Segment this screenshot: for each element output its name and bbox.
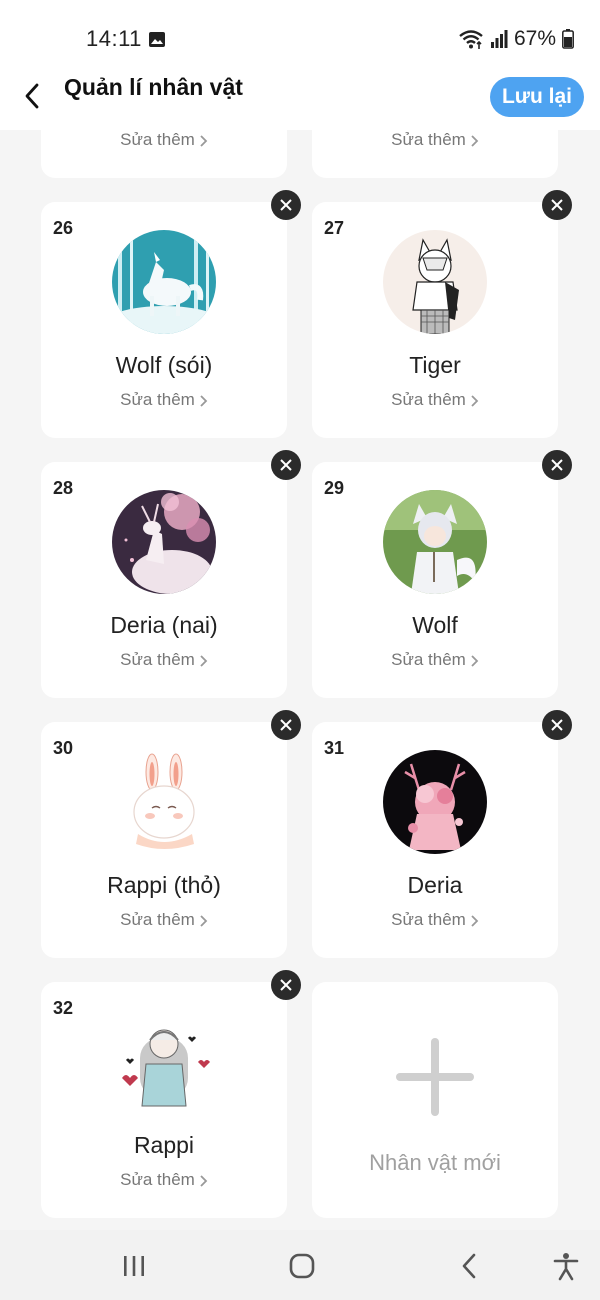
chevron-right-icon [200,654,208,667]
character-card[interactable]: 26 Wolf (sói) Sửa thêm [41,202,287,438]
new-character-label: Nhân vật mới [369,1150,501,1175]
avatar [112,1010,216,1114]
edit-more-link[interactable]: Sửa thêm [41,910,287,930]
avatar [112,230,216,334]
remove-character-button[interactable] [542,190,572,220]
page-title: Quản lí nhân vật [64,74,243,100]
edit-more-link[interactable]: Sửa thêm [312,650,558,670]
edit-more-link[interactable]: Sửa thêm [312,390,558,410]
character-name: Tiger [409,352,461,378]
close-icon [280,459,292,471]
close-icon [280,719,292,731]
status-indicators: 67% [458,26,574,52]
chevron-right-icon [200,394,208,407]
image-icon [149,32,165,47]
save-button[interactable]: Lưu lại [490,77,584,117]
recent-apps-icon[interactable] [118,1250,150,1282]
character-name: Deria (nai) [110,612,218,638]
remove-character-button[interactable] [271,190,301,220]
wifi-icon [459,30,483,49]
avatar [383,230,487,334]
remove-character-button[interactable] [271,970,301,1000]
navigation-bar [0,1230,600,1300]
edit-more-link[interactable]: Sửa thêm [312,910,558,930]
character-card[interactable]: 27 Tiger Sửa thêm [312,202,558,438]
edit-more-link[interactable]: Sửa thêm [41,390,287,410]
character-card[interactable]: 29 Wolf Sửa thêm [312,462,558,698]
remove-character-button[interactable] [271,710,301,740]
header: Quản lí nhân vật Lưu lại [0,70,600,130]
chevron-right-icon [471,914,479,927]
remove-character-button[interactable] [542,710,572,740]
remove-character-button[interactable] [271,450,301,480]
close-icon [551,199,563,211]
character-card[interactable]: 28 Deria (nai) Sửa thêm [41,462,287,698]
chevron-right-icon [471,654,479,667]
chevron-right-icon [200,134,208,147]
avatar [383,750,487,854]
close-icon [280,979,292,991]
accessibility-icon[interactable] [550,1250,582,1282]
close-icon [280,199,292,211]
character-number: 30 [53,738,74,758]
close-icon [551,459,563,471]
avatar [383,490,487,594]
character-name: Wolf [412,612,458,638]
status-bar: 14:11 67% [0,0,600,70]
character-card-partial[interactable]: Sửa thêm [312,130,558,178]
edit-more-link[interactable]: Sửa thêm [41,1170,287,1190]
character-name: Rappi [133,1132,195,1158]
signal-icon [490,30,508,48]
chevron-right-icon [200,914,208,927]
character-card[interactable]: 32 Rappi Sửa thêm [41,982,287,1218]
battery-percentage: 67% [513,27,556,50]
close-icon [551,719,563,731]
character-number: 31 [324,738,345,758]
edit-more-link[interactable]: Sửa thêm [312,130,558,150]
chevron-right-icon [471,394,479,407]
back-icon[interactable] [454,1250,486,1282]
character-card[interactable]: 30 Rappi (thỏ) Sửa thêm [41,722,287,958]
character-name: Rappi (thỏ) [107,872,221,898]
character-number: 28 [53,478,74,498]
edit-more-link[interactable]: Sửa thêm [41,130,287,150]
character-number: 32 [53,998,74,1018]
character-number: 26 [53,218,74,238]
character-card-partial[interactable]: Sửa thêm [41,130,287,178]
home-icon[interactable] [286,1250,318,1282]
new-character-button[interactable]: Nhân vật mới [312,982,558,1218]
battery-icon [562,29,574,49]
edit-more-link[interactable]: Sửa thêm [41,650,287,670]
chevron-right-icon [200,1174,208,1187]
character-card[interactable]: 31 Deria Sửa thêm [312,722,558,958]
avatar [112,750,216,854]
character-name: Deria [407,872,463,898]
plus-icon [396,1038,474,1116]
remove-character-button[interactable] [542,450,572,480]
character-grid: Sửa thêm Sửa thêm 26 Wolf (sói) Sửa thêm [0,130,600,1230]
status-time: 14:11 [86,26,142,51]
back-icon[interactable] [20,82,48,110]
avatar [112,490,216,594]
character-number: 29 [324,478,345,498]
character-name: Wolf (sói) [115,352,213,378]
character-number: 27 [324,218,345,238]
chevron-right-icon [471,134,479,147]
